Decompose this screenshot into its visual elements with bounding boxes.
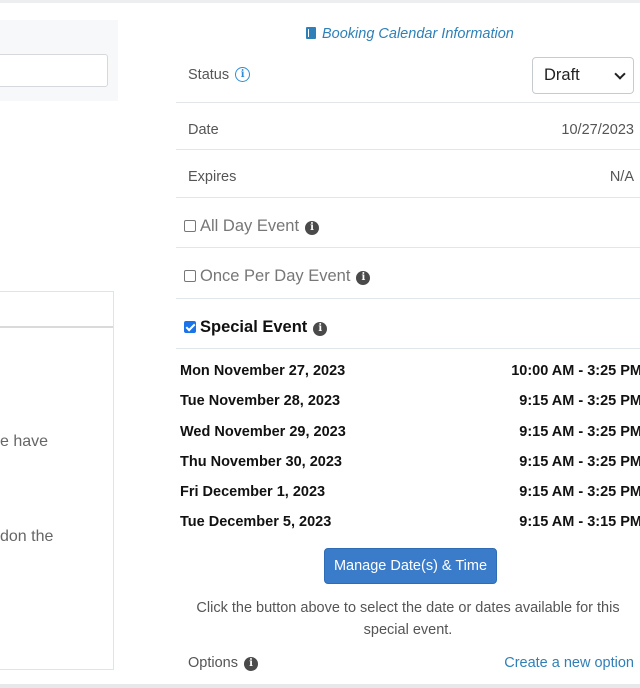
status-select[interactable]: Draft	[532, 57, 634, 94]
schedule-time: 9:15 AM - 3:25 PM	[519, 484, 640, 500]
schedule-date: Wed November 29, 2023	[180, 424, 346, 440]
all-day-event-checkbox[interactable]	[184, 220, 196, 232]
create-new-option-link[interactable]: Create a new option	[504, 655, 634, 671]
schedule-date: Tue December 5, 2023	[180, 514, 332, 530]
expires-value: N/A	[609, 169, 634, 185]
date-label: Date	[188, 122, 219, 138]
booking-calendar-info-text: Booking Calendar Information	[322, 26, 514, 42]
once-per-day-event-label[interactable]: Once Per Day Event	[200, 267, 350, 285]
options-label-text: Options	[188, 655, 238, 671]
manage-dates-help-text: Click the button above to select the dat…	[196, 600, 620, 638]
top-divider	[0, 0, 640, 3]
expires-label: Expires	[188, 169, 237, 185]
left-text-line-2: don the	[0, 528, 54, 545]
special-event-label[interactable]: Special Event	[200, 318, 307, 336]
schedule-date: Tue November 28, 2023	[180, 393, 341, 409]
once-per-day-event-option[interactable]: Once Per Day Event i	[184, 267, 371, 286]
expires-row: Expires N/A	[176, 150, 640, 198]
status-label: Status i	[188, 67, 251, 83]
special-event-option[interactable]: Special Event i	[184, 318, 328, 337]
options-label: Options i	[188, 655, 258, 671]
once-per-day-info-icon[interactable]: i	[356, 271, 371, 285]
status-info-icon[interactable]: i	[235, 67, 251, 82]
all-day-event-option[interactable]: All Day Event i	[184, 217, 320, 236]
date-row: Date 10/27/2023	[176, 103, 640, 150]
schedule-row: Tue November 28, 2023 9:15 AM - 3:25 PM	[180, 393, 640, 415]
schedule-time: 9:15 AM - 3:25 PM	[519, 424, 640, 440]
left-content-card	[0, 291, 114, 670]
schedule-row: Mon November 27, 2023 10:00 AM - 3:25 PM	[180, 363, 640, 385]
schedule-row: Thu November 30, 2023 9:15 AM - 3:25 PM	[180, 454, 640, 476]
schedule-time: 10:00 AM - 3:25 PM	[511, 363, 640, 379]
status-select-value: Draft	[544, 66, 580, 84]
options-info-icon[interactable]: i	[243, 657, 258, 671]
bottom-divider	[0, 684, 640, 688]
all-day-event-row: All Day Event i	[176, 198, 640, 248]
schedule-date: Fri December 1, 2023	[180, 484, 326, 500]
date-value: 10/27/2023	[561, 122, 634, 138]
once-per-day-event-checkbox[interactable]	[184, 270, 196, 282]
schedule-row: Fri December 1, 2023 9:15 AM - 3:25 PM	[180, 484, 640, 506]
all-day-info-icon[interactable]: i	[305, 221, 320, 235]
schedule-date: Mon November 27, 2023	[180, 363, 346, 379]
chevron-down-icon	[614, 68, 626, 80]
special-event-checkbox[interactable]	[184, 321, 196, 333]
status-label-text: Status	[188, 67, 230, 83]
special-event-info-icon[interactable]: i	[313, 322, 328, 336]
left-search-input[interactable]	[0, 54, 108, 87]
schedule-time: 9:15 AM - 3:25 PM	[519, 454, 640, 470]
left-text-line-1: e have	[0, 433, 49, 450]
all-day-event-label[interactable]: All Day Event	[200, 217, 299, 235]
schedule-date: Thu November 30, 2023	[180, 454, 342, 470]
schedule-row: Wed November 29, 2023 9:15 AM - 3:25 PM	[180, 424, 640, 446]
schedule-time: 9:15 AM - 3:15 PM	[519, 514, 640, 530]
schedule-time: 9:15 AM - 3:25 PM	[519, 393, 640, 409]
once-per-day-event-row: Once Per Day Event i	[176, 248, 640, 299]
schedule-row: Tue December 5, 2023 9:15 AM - 3:15 PM	[180, 514, 640, 536]
manage-dates-button[interactable]: Manage Date(s) & Time	[324, 548, 497, 584]
special-event-row: Special Event i	[176, 299, 640, 349]
booking-calendar-info-link[interactable]: Booking Calendar Information	[306, 26, 514, 42]
left-card-header-divider	[0, 326, 113, 328]
book-icon	[306, 27, 316, 39]
